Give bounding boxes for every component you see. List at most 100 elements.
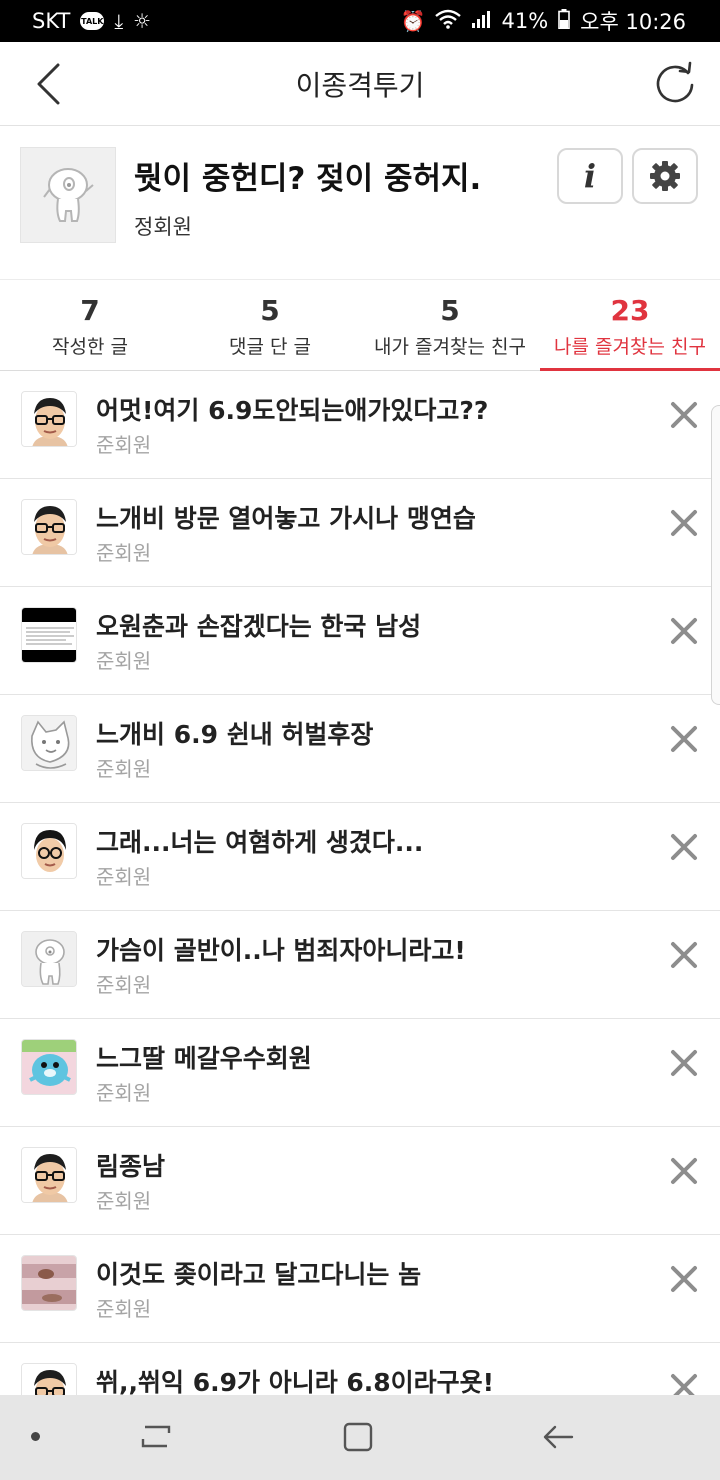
friend-nickname[interactable]: 느그딸 메갈우수회원 bbox=[96, 1039, 312, 1075]
clock: 오후 10:26 bbox=[580, 10, 686, 34]
friend-list[interactable]: 어멋!여기 6.9도안되는애가있다고?? 준회원 느개비 방문 열어놓고 가시나 맹… bbox=[0, 371, 720, 1395]
close-icon bbox=[671, 1050, 697, 1076]
friend-grade: 준회원 bbox=[96, 1081, 152, 1105]
friend-list-item[interactable]: 어멋!여기 6.9도안되는애가있다고?? 준회원 bbox=[0, 371, 720, 479]
battery-percent: 41% bbox=[501, 9, 549, 33]
back-arrow-icon bbox=[543, 1425, 574, 1449]
home-icon bbox=[343, 1422, 373, 1452]
close-icon bbox=[671, 402, 697, 428]
stat-count: 7 bbox=[80, 294, 100, 327]
stat-label: 나를 즐겨찾는 친구 bbox=[554, 336, 706, 358]
friend-grade: 준회원 bbox=[96, 433, 152, 457]
stat-count: 5 bbox=[440, 294, 460, 327]
info-icon: i bbox=[583, 157, 597, 195]
friend-nickname[interactable]: 이것도 좆이라고 달고다니는 놈 bbox=[96, 1255, 421, 1291]
scrollbar[interactable] bbox=[711, 405, 720, 705]
nav-indicator-dot bbox=[31, 1432, 40, 1441]
recents-icon bbox=[141, 1425, 171, 1448]
friend-grade: 준회원 bbox=[96, 1189, 152, 1213]
friend-nickname[interactable]: 어멋!여기 6.9도안되는애가있다고?? bbox=[96, 391, 488, 427]
status-right: ⏰ 41% 오후 10:26 bbox=[401, 6, 686, 36]
close-icon bbox=[671, 834, 697, 860]
friend-grade: 준회원 bbox=[96, 1297, 152, 1321]
chevron-left-icon bbox=[37, 63, 60, 105]
refresh-icon bbox=[656, 61, 694, 103]
status-left: SKT TALK ⤓ ☼ bbox=[32, 9, 151, 33]
remove-friend-button[interactable] bbox=[664, 611, 704, 651]
glasses-man-avatar[interactable] bbox=[21, 1147, 77, 1203]
download-icon: ⤓ bbox=[114, 9, 124, 33]
close-icon bbox=[671, 1158, 697, 1184]
profile-avatar[interactable] bbox=[20, 147, 116, 243]
round-glasses-man-avatar[interactable] bbox=[21, 823, 77, 879]
friend-list-item[interactable]: 느개비 6.9 쉰내 허벌후장준회원 bbox=[0, 695, 720, 803]
glasses-man-avatar[interactable] bbox=[21, 391, 77, 447]
stat-tab[interactable]: 5 내가 즐겨찾는 친구 bbox=[360, 280, 540, 370]
remove-friend-button[interactable] bbox=[664, 827, 704, 867]
system-back-button[interactable] bbox=[538, 1417, 578, 1457]
remove-friend-button[interactable] bbox=[664, 1259, 704, 1299]
friend-nickname[interactable]: 림종남 bbox=[96, 1147, 165, 1183]
friend-nickname[interactable]: 느개비 6.9 쉰내 허벌후장 bbox=[96, 715, 373, 751]
remove-friend-button[interactable] bbox=[664, 1151, 704, 1191]
stat-tab[interactable]: 7 작성한 글 bbox=[0, 280, 180, 370]
glasses-man-avatar[interactable] bbox=[21, 1363, 77, 1395]
friend-list-item[interactable]: 림종남준회원 bbox=[0, 1127, 720, 1235]
navigation-bar bbox=[0, 1395, 720, 1480]
friend-nickname[interactable]: 오원춘과 손잡겠다는 한국 남성 bbox=[96, 607, 421, 643]
back-button[interactable] bbox=[28, 62, 68, 106]
friend-list-item[interactable]: 가슴이 골반이..나 범죄자아니라고! 준회원 bbox=[0, 911, 720, 1019]
text-image-avatar[interactable] bbox=[21, 607, 77, 663]
friend-list-item[interactable]: 그래...너는 여혐하게 생겼다... 준회원 bbox=[0, 803, 720, 911]
remove-friend-button[interactable] bbox=[664, 395, 704, 435]
close-icon bbox=[671, 726, 697, 752]
default-character-avatar[interactable] bbox=[21, 931, 77, 987]
remove-friend-button[interactable] bbox=[664, 719, 704, 759]
friend-grade: 준회원 bbox=[96, 973, 152, 997]
signal-icon bbox=[471, 9, 491, 34]
settings-button[interactable] bbox=[632, 148, 698, 204]
home-button[interactable] bbox=[338, 1417, 378, 1457]
close-icon bbox=[671, 510, 697, 536]
profile-section: 뭣이 중헌디? 젖이 중허지. 정회원 i bbox=[0, 127, 720, 279]
remove-friend-button[interactable] bbox=[664, 1043, 704, 1083]
friend-grade: 준회원 bbox=[96, 757, 152, 781]
cartoon-cat-avatar[interactable] bbox=[21, 715, 77, 771]
friend-list-item[interactable]: 이것도 좆이라고 달고다니는 놈준회원 bbox=[0, 1235, 720, 1343]
friend-nickname[interactable]: 느개비 방문 열어놓고 가시나 맹연습 bbox=[96, 499, 476, 535]
glasses-man-avatar[interactable] bbox=[21, 499, 77, 555]
friend-nickname[interactable]: 그래...너는 여혐하게 생겼다... bbox=[96, 823, 423, 859]
stat-tab[interactable]: 5 댓글 단 글 bbox=[180, 280, 360, 370]
kakaotalk-icon: TALK bbox=[80, 12, 105, 30]
page-title: 이종격투기 bbox=[295, 68, 425, 102]
info-button[interactable]: i bbox=[557, 148, 623, 204]
close-icon bbox=[671, 618, 697, 644]
recents-button[interactable] bbox=[136, 1417, 176, 1457]
remove-friend-button[interactable] bbox=[664, 503, 704, 543]
friend-nickname[interactable]: 쒸,,쒸익 6.9가 아니라 6.8이라구욧! bbox=[96, 1363, 494, 1395]
stat-tab[interactable]: 23 나를 즐겨찾는 친구 bbox=[540, 280, 720, 371]
status-bar: SKT TALK ⤓ ☼ ⏰ 41% 오후 10:26 bbox=[0, 0, 720, 42]
activity-tabs: 7 작성한 글 5 댓글 단 글 5 내가 즐겨찾는 친구 23 나를 즐겨찾는 친구 bbox=[0, 279, 720, 371]
friend-list-item[interactable]: 오원춘과 손잡겠다는 한국 남성준회원 bbox=[0, 587, 720, 695]
close-icon bbox=[671, 1266, 697, 1292]
app-header: 이종격투기 bbox=[0, 42, 720, 126]
friend-list-item[interactable]: 느그딸 메갈우수회원준회원 bbox=[0, 1019, 720, 1127]
close-icon bbox=[671, 1374, 697, 1395]
default-character-icon bbox=[43, 168, 94, 222]
remove-friend-button[interactable] bbox=[664, 935, 704, 975]
photo-avatar[interactable] bbox=[21, 1255, 77, 1311]
refresh-button[interactable] bbox=[652, 60, 698, 106]
alarm-icon: ⏰ bbox=[400, 9, 426, 33]
friend-grade: 준회원 bbox=[96, 649, 152, 673]
remove-friend-button[interactable] bbox=[664, 1367, 704, 1395]
gear-icon bbox=[650, 161, 680, 191]
wifi-icon bbox=[435, 9, 462, 34]
friend-nickname[interactable]: 가슴이 골반이..나 범죄자아니라고! bbox=[96, 931, 466, 967]
friend-list-item[interactable]: 쒸,,쒸익 6.9가 아니라 6.8이라구욧!준회원 bbox=[0, 1343, 720, 1395]
profile-grade: 정회원 bbox=[134, 215, 192, 239]
profile-nickname: 뭣이 중헌디? 젖이 중허지. bbox=[134, 161, 482, 197]
close-icon bbox=[671, 942, 697, 968]
friend-list-item[interactable]: 느개비 방문 열어놓고 가시나 맹연습 준회원 bbox=[0, 479, 720, 587]
blue-seal-avatar[interactable] bbox=[21, 1039, 77, 1095]
